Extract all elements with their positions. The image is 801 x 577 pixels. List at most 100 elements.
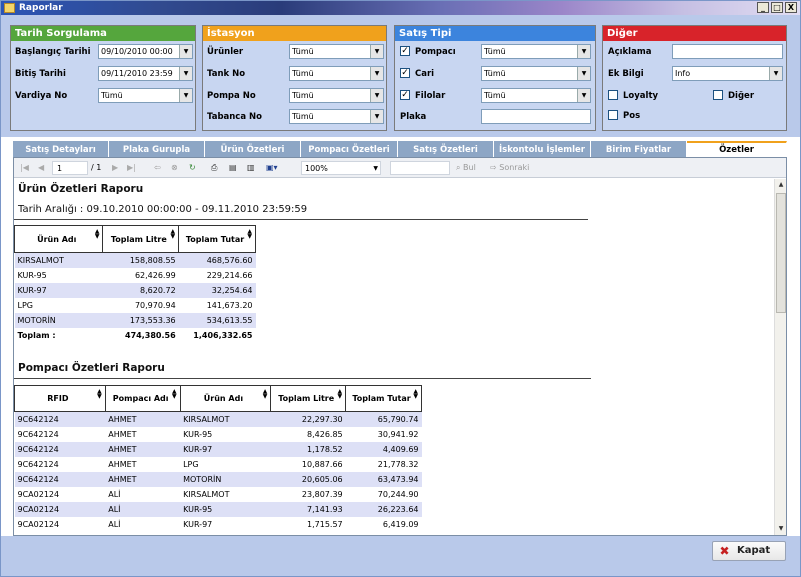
chevron-down-icon[interactable]: ▼: [370, 67, 383, 80]
extra-info-select[interactable]: Info ▼: [672, 66, 783, 81]
cell: LPG: [183, 459, 199, 469]
prev-page-icon[interactable]: ◀: [38, 161, 44, 175]
sort-icon[interactable]: ▲ ▼: [172, 389, 177, 400]
attendant-checkbox[interactable]: ✓: [400, 46, 410, 56]
station-panel: İstasyon Ürünler Tümü ▼ Tank No Tümü ▼ Pom…: [202, 25, 387, 131]
scroll-down-icon[interactable]: ▼: [775, 523, 786, 535]
end-date-picker[interactable]: 09/11/2010 23:59 ▼: [98, 66, 193, 81]
pos-checkbox[interactable]: [608, 110, 618, 120]
col-total-litre[interactable]: Toplam Litre ▲ ▼: [102, 225, 180, 253]
find-label: Bul: [463, 163, 476, 172]
end-date-label: Bitiş Tarihi: [15, 69, 66, 79]
sort-icon[interactable]: ▲ ▼: [97, 389, 102, 400]
chevron-down-icon[interactable]: ▼: [769, 67, 782, 80]
fleet-checkbox[interactable]: ✓: [400, 90, 410, 100]
refresh-icon[interactable]: ↻: [189, 161, 196, 175]
scroll-up-icon[interactable]: ▲: [775, 179, 786, 191]
chevron-down-icon[interactable]: ▼: [373, 162, 378, 176]
chevron-down-icon[interactable]: ▼: [370, 89, 383, 102]
chevron-down-icon[interactable]: ▼: [577, 67, 590, 80]
product-summary-table: Ürün Adı ▲ ▼ Toplam Litre ▲ ▼ Toplam Tutar ▲ ▼…: [14, 225, 256, 343]
nozzle-select[interactable]: Tümü ▼: [289, 109, 384, 124]
pump-select[interactable]: Tümü ▼: [289, 88, 384, 103]
col-attendant-name[interactable]: Pompacı Adı ▲ ▼: [104, 385, 181, 412]
find-input[interactable]: [390, 161, 450, 175]
col-product-name[interactable]: Ürün Adı ▲ ▼: [179, 385, 272, 412]
maximize-button[interactable]: □: [771, 2, 783, 13]
export-icon[interactable]: ▣▾: [266, 161, 278, 175]
chevron-down-icon[interactable]: ▼: [577, 89, 590, 102]
col-label: Toplam Tutar: [185, 234, 245, 244]
col-product-name[interactable]: Ürün Adı ▲ ▼: [14, 225, 104, 253]
sort-icon[interactable]: ▲ ▼: [338, 389, 343, 400]
sort-icon[interactable]: ▲ ▼: [247, 229, 252, 240]
chevron-down-icon[interactable]: ▼: [179, 67, 192, 80]
print-layout-icon[interactable]: ▤: [229, 161, 237, 175]
next-button[interactable]: ⇨ Sonraki: [490, 161, 529, 175]
products-select[interactable]: Tümü ▼: [289, 44, 384, 59]
plate-input[interactable]: [481, 109, 591, 124]
chevron-down-icon[interactable]: ▼: [179, 89, 192, 102]
tab-sales-details[interactable]: Satış Detayları: [13, 141, 109, 157]
back-icon[interactable]: ⇦: [154, 161, 161, 175]
start-date-label: Başlangıç Tarihi: [15, 47, 91, 57]
next-page-icon[interactable]: ▶: [112, 161, 118, 175]
scroll-thumb[interactable]: [776, 193, 786, 313]
date-query-panel: Tarih Sorgulama Başlangıç Tarihi 09/10/2…: [10, 25, 196, 131]
col-total-amount[interactable]: Toplam Tutar ▲ ▼: [178, 225, 256, 253]
chevron-down-icon[interactable]: ▼: [370, 110, 383, 123]
close-button[interactable]: ✖ Kapat: [712, 541, 786, 561]
last-page-icon[interactable]: ▶|: [127, 161, 136, 175]
page-setup-icon[interactable]: ▥: [247, 161, 255, 175]
tab-summaries[interactable]: Özetler: [687, 141, 787, 157]
col-rfid[interactable]: RFID ▲ ▼: [14, 385, 106, 412]
tab-attendant-summaries[interactable]: Pompacı Özetleri: [301, 141, 398, 157]
tab-unit-prices[interactable]: Birim Fiyatlar: [591, 141, 687, 157]
close-window-button[interactable]: X: [785, 2, 797, 13]
attendant-select[interactable]: Tümü ▼: [481, 44, 591, 59]
sort-icon[interactable]: ▲ ▼: [413, 389, 418, 400]
minimize-button[interactable]: _: [757, 2, 769, 13]
loyalty-checkbox[interactable]: [608, 90, 618, 100]
sort-icon[interactable]: ▲ ▼: [95, 229, 100, 240]
find-button[interactable]: ⌕ Bul: [456, 161, 476, 175]
col-total-amount[interactable]: Toplam Tutar ▲ ▼: [345, 385, 422, 412]
tab-sales-summaries[interactable]: Satış Özetleri: [398, 141, 494, 157]
shift-select[interactable]: Tümü ▼: [98, 88, 193, 103]
col-label: Pompacı Adı: [112, 394, 169, 403]
app-icon: [4, 3, 15, 13]
fleet-select[interactable]: Tümü ▼: [481, 88, 591, 103]
sales-type-panel: Satış Tipi ✓ Pompacı Tümü ▼ ✓ Cari Tümü ▼ …: [394, 25, 596, 131]
start-date-value: 09/10/2010 00:00: [101, 47, 173, 56]
sort-icon[interactable]: ▲ ▼: [171, 229, 176, 240]
table-row: KIRSALMOT 158,808.55 468,576.60: [14, 252, 256, 268]
cell: LPG: [17, 300, 33, 310]
col-total-litre[interactable]: Toplam Litre ▲ ▼: [270, 385, 347, 412]
tank-label: Tank No: [207, 69, 246, 79]
vertical-scrollbar[interactable]: ▲ ▼: [774, 179, 786, 535]
products-value: Tümü: [292, 47, 314, 56]
print-icon[interactable]: ⎙: [211, 161, 217, 175]
page-number-input[interactable]: 1: [52, 161, 88, 175]
description-input[interactable]: [672, 44, 783, 59]
tab-product-summaries[interactable]: Ürün Özetleri: [205, 141, 301, 157]
zoom-select[interactable]: 100% ▼: [301, 161, 381, 175]
stop-icon[interactable]: ⊗: [171, 161, 178, 175]
chevron-down-icon[interactable]: ▼: [577, 45, 590, 58]
tab-discounted-transactions[interactable]: İskontolu İşlemler: [494, 141, 591, 157]
chevron-down-icon[interactable]: ▼: [179, 45, 192, 58]
tank-select[interactable]: Tümü ▼: [289, 66, 384, 81]
fleet-value: Tümü: [484, 91, 506, 100]
pump-value: Tümü: [292, 91, 314, 100]
account-select[interactable]: Tümü ▼: [481, 66, 591, 81]
other-checkbox[interactable]: [713, 90, 723, 100]
cell: 8,620.72: [102, 282, 179, 298]
sort-icon[interactable]: ▲ ▼: [263, 389, 268, 400]
account-checkbox[interactable]: ✓: [400, 68, 410, 78]
tab-plate-group[interactable]: Plaka Gurupla: [109, 141, 205, 157]
start-date-picker[interactable]: 09/10/2010 00:00 ▼: [98, 44, 193, 59]
date-query-title: Tarih Sorgulama: [11, 26, 195, 41]
chevron-down-icon[interactable]: ▼: [370, 45, 383, 58]
first-page-icon[interactable]: |◀: [20, 161, 29, 175]
col-label: Ürün Adı: [37, 234, 77, 244]
